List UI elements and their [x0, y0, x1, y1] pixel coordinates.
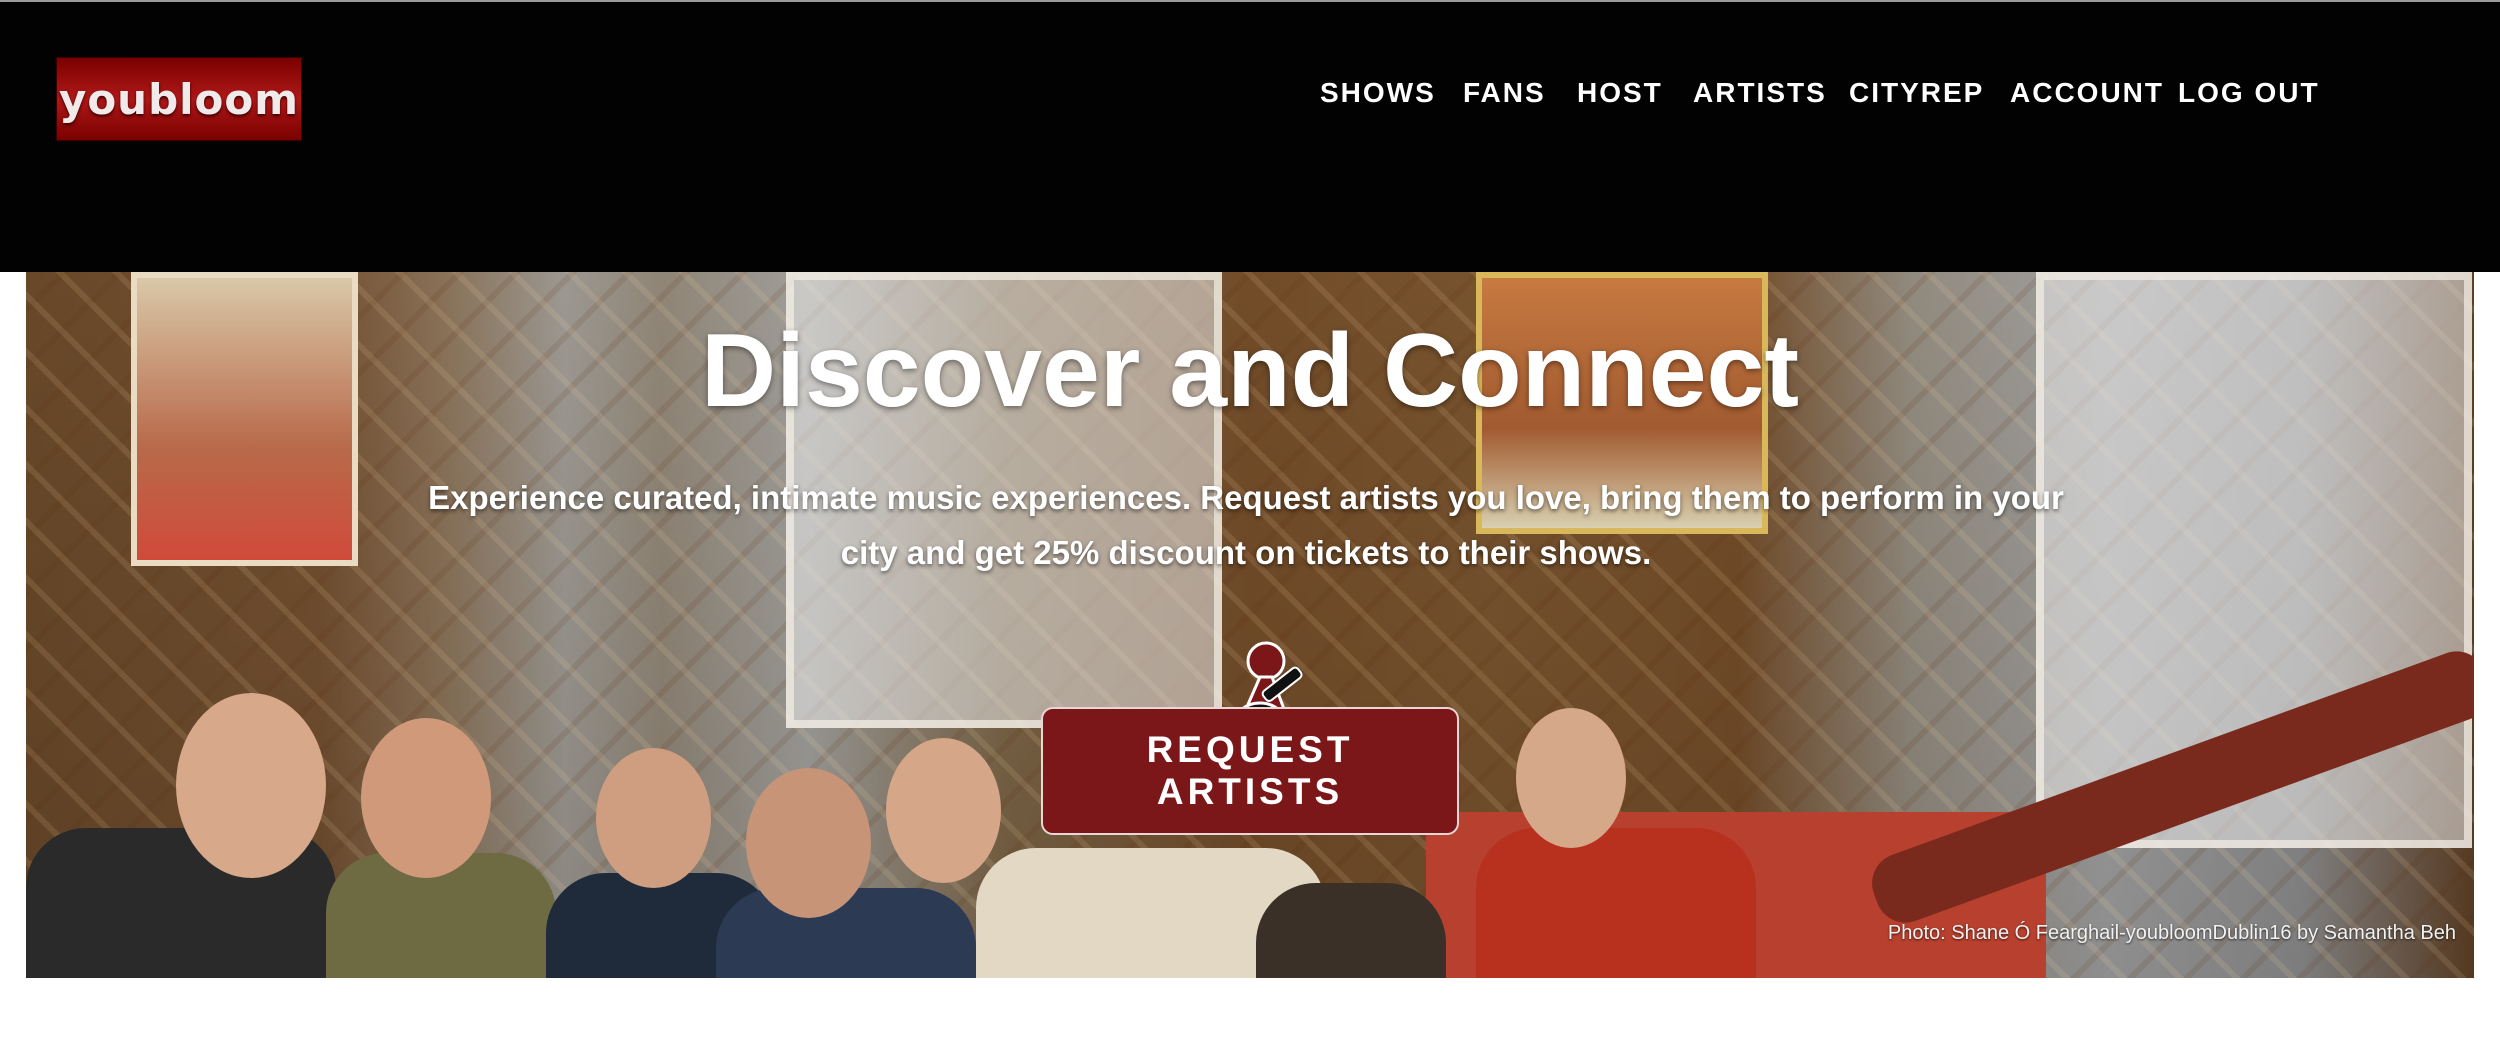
nav-log-out[interactable]: LOG OUT [2178, 77, 2320, 109]
hero-subtitle: Experience curated, intimate music exper… [428, 479, 2064, 571]
site-header: youbloom SHOWS FANS HOST ARTISTS CITYREP… [0, 2, 2500, 272]
nav-host[interactable]: HOST [1577, 77, 1663, 109]
nav-shows[interactable]: SHOWS [1320, 77, 1436, 109]
hero-title: Discover and Connect [700, 313, 1800, 429]
photo-credit: Photo: Shane Ó Fearghail-youbloomDublin1… [1887, 922, 2456, 944]
main-nav: SHOWS FANS HOST ARTISTS CITYREP ACCOUNT … [0, 77, 2500, 117]
request-artists-button[interactable]: REQUEST ARTISTS [1041, 707, 1459, 835]
nav-account[interactable]: ACCOUNT [2010, 77, 2164, 109]
nav-cityrep[interactable]: CITYREP [1849, 77, 1984, 109]
hero-banner: Discover and Connect Experience curated,… [26, 272, 2474, 978]
nav-artists[interactable]: ARTISTS [1693, 77, 1827, 109]
nav-fans[interactable]: FANS [1463, 77, 1546, 109]
